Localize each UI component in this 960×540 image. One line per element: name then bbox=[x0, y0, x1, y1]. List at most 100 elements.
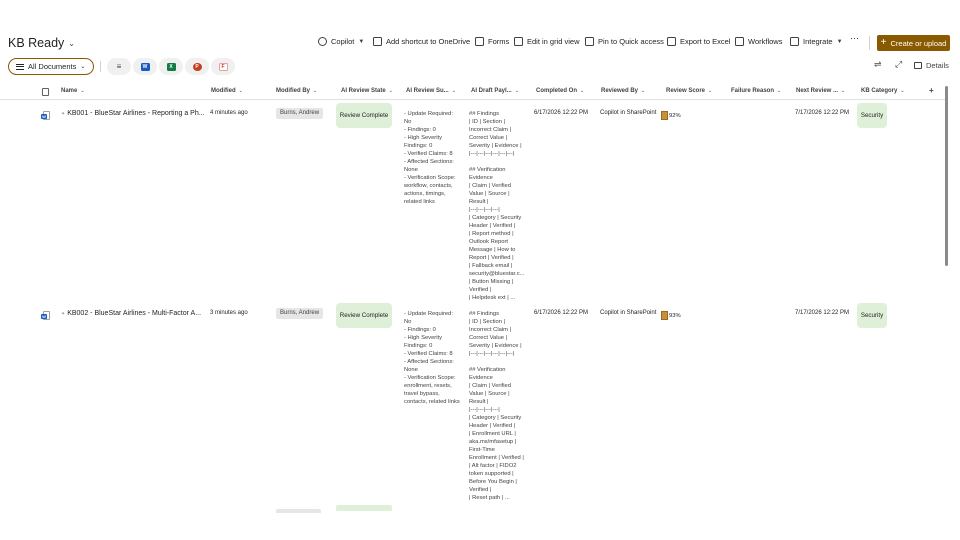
score-bar bbox=[661, 111, 668, 120]
review-state-cell: Review Complete bbox=[336, 303, 392, 328]
column-header-next-review[interactable]: Next Review ... ⌄ bbox=[796, 88, 845, 94]
filter-forms-button[interactable]: F bbox=[211, 58, 235, 75]
review-state-cell: Review Complete bbox=[336, 103, 392, 128]
column-header-ai-review-state[interactable]: AI Review State ⌄ bbox=[341, 88, 393, 94]
chevron-down-icon: ▼ bbox=[836, 38, 843, 45]
category-badge: Security bbox=[857, 303, 887, 328]
column-header-modified-by[interactable]: Modified By ⌄ bbox=[276, 88, 317, 94]
column-label: AI Review State bbox=[341, 88, 386, 94]
add-shortcut-label: Add shortcut to OneDrive bbox=[386, 37, 471, 46]
review-summary-value: - Update Required: No - Findings: 0 - Hi… bbox=[404, 111, 456, 205]
add-column-button[interactable]: + bbox=[929, 86, 934, 95]
filter-excel-button[interactable]: X bbox=[159, 58, 183, 75]
file-name-link[interactable]: ✦ KB001 - BlueStar Airlines - Reporting … bbox=[61, 110, 205, 117]
forms-button[interactable]: Forms bbox=[475, 37, 509, 46]
details-button[interactable]: Details bbox=[914, 61, 949, 70]
column-header-reviewed-by[interactable]: Reviewed By ⌄ bbox=[601, 88, 645, 94]
fullscreen-button[interactable]: ⤢ bbox=[895, 59, 902, 70]
column-label: KB Category bbox=[861, 88, 898, 94]
column-label: Next Review ... bbox=[796, 88, 839, 94]
table-row[interactable]: W ✦ KB001 - BlueStar Airlines - Reportin… bbox=[0, 102, 946, 301]
filter-button[interactable]: ≡ bbox=[107, 58, 131, 75]
next-review-value: 7/17/2026 12:22 PM bbox=[795, 310, 850, 316]
modified-by-chip[interactable]: Burns, Andrew bbox=[276, 308, 324, 319]
vertical-scrollbar[interactable] bbox=[945, 86, 948, 266]
grid-header: Name ⌄ Modified ⌄ Modified By ⌄ AI Review S… bbox=[0, 86, 946, 100]
word-file-icon: W bbox=[41, 311, 50, 320]
integrate-button[interactable]: Integrate ▼ bbox=[790, 37, 843, 46]
shortcut-overlay-icon: ✦ bbox=[61, 110, 66, 117]
more-button[interactable]: ··· bbox=[850, 33, 859, 43]
chevron-down-icon: ⌄ bbox=[514, 88, 519, 94]
add-shortcut-button[interactable]: Add shortcut to OneDrive bbox=[373, 37, 470, 46]
create-upload-button[interactable]: + Create or upload bbox=[877, 35, 950, 51]
column-header-modified[interactable]: Modified ⌄ bbox=[211, 88, 243, 94]
copilot-icon bbox=[318, 37, 327, 46]
copilot-button[interactable]: Copilot ▼ bbox=[318, 37, 364, 46]
modified-by-chip[interactable]: Burns, Andrew bbox=[276, 108, 324, 119]
filter-word-button[interactable]: W bbox=[133, 58, 157, 75]
column-settings-button[interactable]: ⇌ bbox=[874, 59, 882, 70]
review-summary-value: - Update Required: No - Findings: 0 - Hi… bbox=[404, 311, 460, 405]
library-title[interactable]: KB Ready ⌄ bbox=[8, 36, 75, 50]
status-badge: Review Complete bbox=[336, 103, 392, 128]
table-row[interactable]: W ✦ KB002 - BlueStar Airlines - Multi-Fa… bbox=[0, 302, 946, 506]
kb-category-cell: Security bbox=[857, 103, 887, 128]
chevron-down-icon: ⌄ bbox=[80, 64, 86, 70]
grid-icon bbox=[514, 37, 523, 46]
forms-file-icon: F bbox=[218, 62, 228, 71]
column-label: AI Review Su... bbox=[406, 88, 449, 94]
partial-row-chip bbox=[336, 505, 392, 511]
column-label: Name bbox=[61, 88, 78, 94]
reviewed-by-value: Copilot in SharePoint bbox=[600, 310, 657, 316]
modified-value: 3 minutes ago bbox=[210, 310, 248, 316]
chevron-down-icon: ⌄ bbox=[238, 88, 243, 94]
forms-icon bbox=[475, 37, 484, 46]
review-score-cell: 92% bbox=[661, 111, 681, 120]
column-header-ai-review-summary[interactable]: AI Review Su... ⌄ bbox=[406, 88, 456, 94]
column-header-failure-reason[interactable]: Failure Reason ⌄ bbox=[731, 88, 781, 94]
column-header-ai-draft-payload[interactable]: AI Draft Payl... ⌄ bbox=[471, 88, 519, 94]
pin-quick-access-button[interactable]: Pin to Quick access bbox=[585, 37, 664, 46]
details-label: Details bbox=[926, 61, 949, 70]
workflows-button[interactable]: Workflows bbox=[735, 37, 782, 46]
word-file-icon: W bbox=[41, 111, 50, 120]
chevron-down-icon: ⌄ bbox=[68, 38, 75, 48]
column-header-review-score[interactable]: Review Score ⌄ bbox=[666, 88, 712, 94]
column-label: AI Draft Payl... bbox=[471, 88, 512, 94]
chevron-down-icon: ⌄ bbox=[708, 88, 713, 94]
chevron-down-icon: ⌄ bbox=[841, 88, 846, 94]
edit-grid-label: Edit in grid view bbox=[527, 37, 580, 46]
file-type-icon bbox=[42, 88, 49, 96]
next-review-value: 7/17/2026 12:22 PM bbox=[795, 110, 850, 116]
review-score-value: 92% bbox=[669, 112, 681, 119]
view-selector[interactable]: All Documents ⌄ bbox=[8, 58, 94, 75]
edit-grid-button[interactable]: Edit in grid view bbox=[514, 37, 580, 46]
export-icon bbox=[667, 37, 676, 46]
pin-label: Pin to Quick access bbox=[598, 37, 664, 46]
shortcut-icon bbox=[373, 37, 382, 46]
file-name-link[interactable]: ✦ KB002 - BlueStar Airlines - Multi-Fact… bbox=[61, 310, 201, 317]
column-label: Failure Reason bbox=[731, 88, 775, 94]
column-header-kb-category[interactable]: KB Category ⌄ bbox=[861, 88, 905, 94]
filter-powerpoint-button[interactable]: P bbox=[185, 58, 209, 75]
view-bar: All Documents ⌄ ≡ W X P F ⇌ ⤢ Details bbox=[0, 58, 960, 76]
forms-label: Forms bbox=[488, 37, 510, 46]
completed-on-value: 6/17/2026 12:22 PM bbox=[534, 310, 589, 316]
chevron-down-icon: ⌄ bbox=[777, 88, 782, 94]
chevron-down-icon: ⌄ bbox=[388, 88, 393, 94]
export-excel-button[interactable]: Export to Excel bbox=[667, 37, 730, 46]
column-label: Completed On bbox=[536, 88, 578, 94]
column-header-completed-on[interactable]: Completed On ⌄ bbox=[536, 88, 584, 94]
chevron-down-icon: ⌄ bbox=[451, 88, 456, 94]
column-header-name[interactable]: Name ⌄ bbox=[61, 88, 85, 94]
file-type-header[interactable] bbox=[42, 88, 49, 96]
person-name: Burns, Andrew bbox=[276, 108, 324, 119]
expand-icon: ⤢ bbox=[895, 59, 903, 69]
library-title-text: KB Ready bbox=[8, 36, 65, 50]
workflows-label: Workflows bbox=[748, 37, 783, 46]
sliders-icon: ⇌ bbox=[874, 59, 882, 69]
reviewed-by-value: Copilot in SharePoint bbox=[600, 110, 657, 116]
copilot-label: Copilot bbox=[331, 37, 355, 46]
list-icon bbox=[16, 63, 24, 70]
